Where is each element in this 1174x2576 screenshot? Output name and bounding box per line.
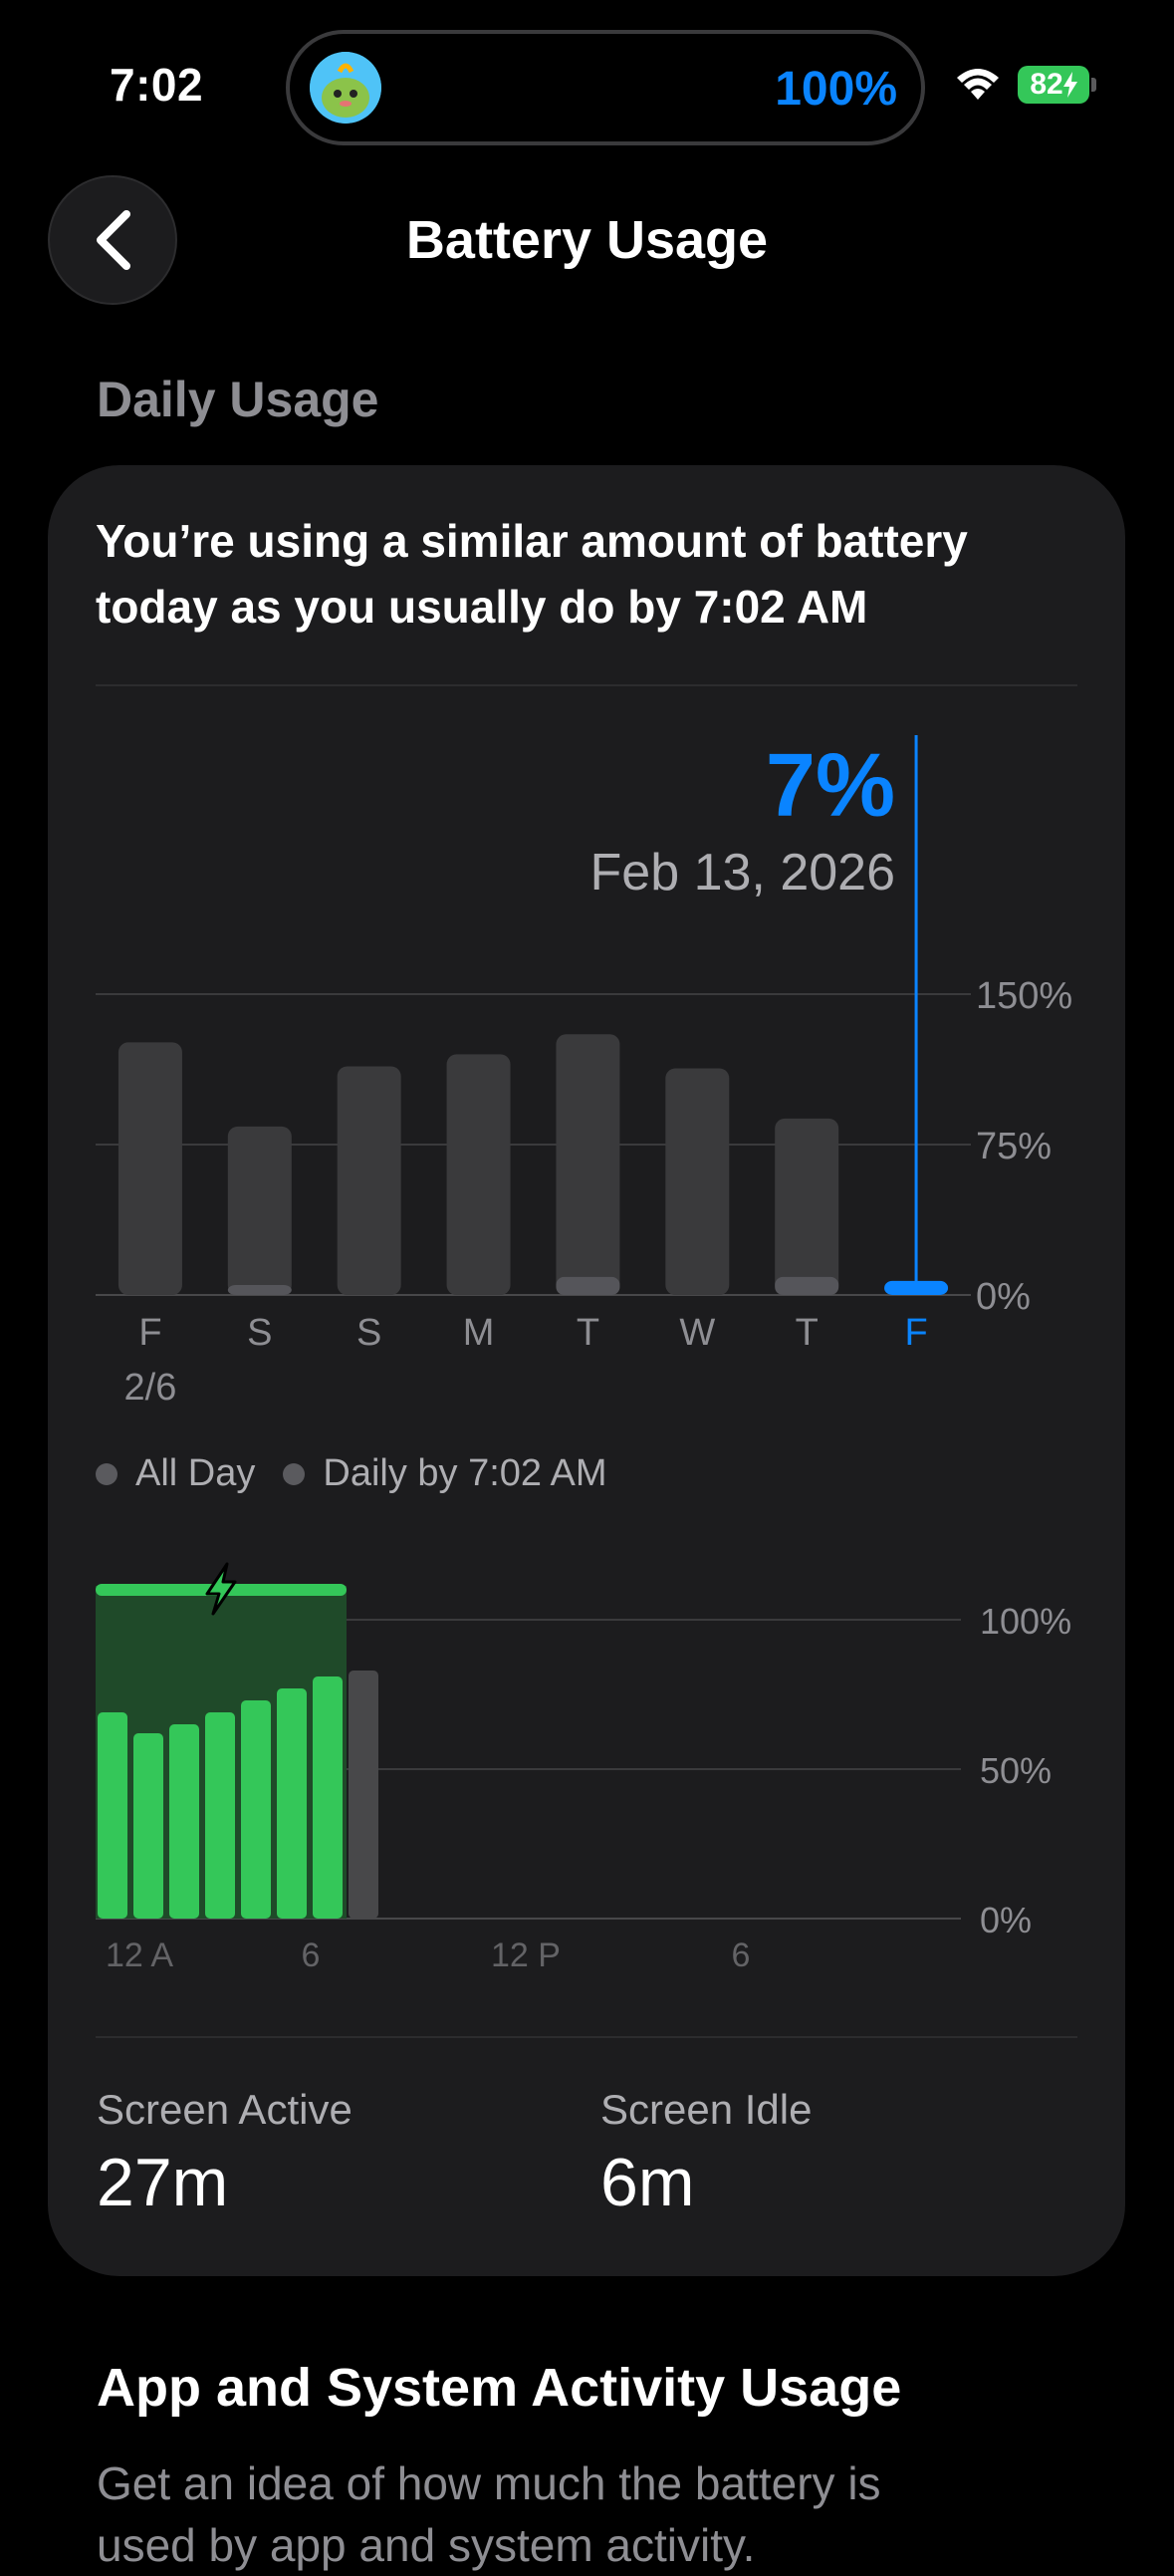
legend-item-all-day: All Day	[96, 1452, 255, 1495]
weekly-bar	[665, 1068, 730, 1295]
weekly-day-label: S	[356, 1312, 381, 1354]
weekly-day-label: W	[679, 1312, 715, 1354]
weekly-bar	[337, 1066, 401, 1295]
weekly-day-label: T	[796, 1312, 819, 1354]
weekly-day-label: T	[577, 1312, 599, 1354]
weekly-day-label: S	[247, 1312, 272, 1354]
hourly-bar	[169, 1724, 199, 1919]
app-activity-description: Get an idea of how much the battery is u…	[97, 2452, 1092, 2576]
hourly-time-label: 12 A	[106, 1936, 173, 1974]
hourly-bar	[277, 1688, 307, 1919]
weekly-bar	[446, 1054, 511, 1295]
weekly-bar-partial	[556, 1276, 620, 1295]
legend-item-daily-by: Daily by 7:02 AM	[283, 1452, 607, 1495]
weekly-date-label: 2/6	[124, 1367, 177, 1409]
weekly-tick-label: 0%	[976, 1276, 1031, 1318]
screen-active-value: 27m	[97, 2145, 229, 2220]
hourly-bar	[349, 1671, 378, 1919]
hourly-bar	[313, 1676, 343, 1919]
weekly-bar-partial	[775, 1276, 839, 1295]
hourly-bar	[133, 1733, 163, 1919]
hourly-bar	[205, 1712, 235, 1919]
legend-label: All Day	[135, 1452, 256, 1494]
battery-charts[interactable]: 150% 75% 0% F S S M T W T F 2/6 100% 50% 0% 12 A 6 12 P 6	[0, 0, 1174, 2092]
card-divider	[96, 2036, 1077, 2038]
hourly-bar	[241, 1700, 271, 1919]
weekly-bar	[227, 1126, 292, 1295]
hourly-tick-label: 0%	[980, 1900, 1032, 1940]
hourly-time-label: 6	[732, 1936, 751, 1974]
legend-dot	[283, 1462, 306, 1485]
weekly-day-label: F	[138, 1312, 161, 1354]
hourly-bar	[98, 1712, 127, 1919]
legend-label: Daily by 7:02 AM	[323, 1452, 607, 1494]
screen-active-label: Screen Active	[97, 2086, 352, 2133]
chart-legend: All Day Daily by 7:02 AM	[96, 1452, 635, 1495]
weekly-bar	[556, 1034, 620, 1295]
app-activity-description-line: used by app and system activity.	[97, 2519, 756, 2571]
legend-dot	[96, 1462, 117, 1485]
weekly-day-label: F	[904, 1312, 927, 1354]
screen-idle-label: Screen Idle	[600, 2086, 813, 2133]
hourly-tick-label: 50%	[980, 1750, 1052, 1791]
weekly-bar	[775, 1118, 839, 1295]
hourly-time-label: 12 P	[491, 1936, 561, 1974]
weekly-day-label: M	[463, 1312, 495, 1354]
screen-idle-value: 6m	[600, 2145, 695, 2220]
weekly-tick-label: 150%	[976, 975, 1072, 1017]
hourly-tick-label: 100%	[980, 1601, 1071, 1642]
weekly-bar-partial	[227, 1285, 292, 1295]
weekly-bar	[117, 1042, 182, 1295]
app-activity-title: App and System Activity Usage	[97, 2358, 902, 2418]
weekly-tick-label: 75%	[976, 1126, 1052, 1167]
app-activity-description-line: Get an idea of how much the battery is	[97, 2457, 881, 2509]
hourly-time-label: 6	[302, 1936, 321, 1974]
